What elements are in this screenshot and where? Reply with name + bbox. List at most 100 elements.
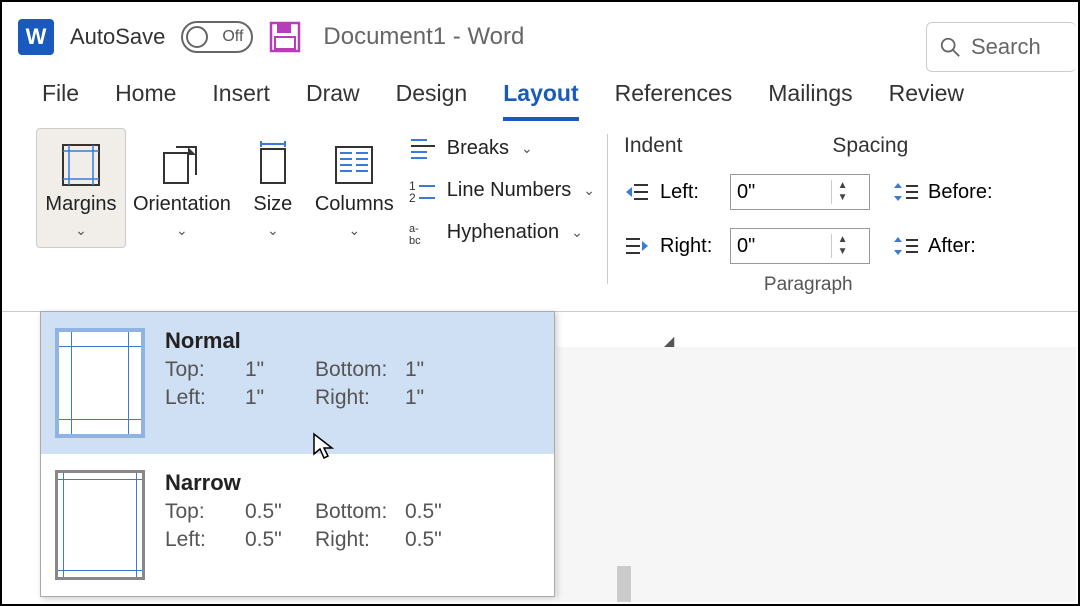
hyphenation-label: Hyphenation [447, 221, 559, 244]
margin-preset-normal-thumb [55, 328, 145, 438]
left-value: 0.5" [245, 528, 315, 552]
ribbon: Margins ⌄ Orientation ⌄ Size ⌄ Columns ⌄ [2, 122, 1078, 312]
word-app-icon: W [18, 19, 54, 55]
svg-text:bc: bc [409, 235, 421, 244]
tab-mailings[interactable]: Mailings [768, 80, 852, 121]
size-icon [249, 137, 297, 193]
spinner-down-icon[interactable]: ▼ [832, 246, 853, 258]
indent-right-input[interactable]: ▲▼ [730, 228, 870, 264]
margin-preset-narrow-thumb [55, 470, 145, 580]
right-value: 1" [405, 386, 465, 410]
chevron-down-icon: ⌄ [521, 140, 533, 157]
margin-preset-normal[interactable]: Normal Top: 1" Bottom: 1" Left: 1" Right… [41, 312, 554, 454]
autosave-label: AutoSave [70, 24, 165, 50]
margins-button[interactable]: Margins ⌄ [36, 128, 126, 248]
right-value: 0.5" [405, 528, 465, 552]
top-value: 1" [245, 358, 315, 382]
indent-left-input[interactable]: ▲▼ [730, 174, 870, 210]
columns-label: Columns [315, 193, 394, 216]
size-label: Size [253, 193, 292, 216]
hyphenation-button[interactable]: a-bc Hyphenation ⌄ [409, 220, 595, 244]
paragraph-group-label: Paragraph [624, 274, 992, 296]
ribbon-tabs: File Home Insert Draw Design Layout Refe… [2, 72, 1078, 122]
left-label: Left: [165, 386, 245, 410]
svg-text:a-: a- [409, 223, 419, 235]
breaks-icon [409, 136, 437, 160]
orientation-button[interactable]: Orientation ⌄ [126, 128, 238, 248]
chevron-down-icon: ⌄ [267, 222, 279, 239]
autosave-toggle[interactable]: Off [181, 21, 253, 53]
margins-label: Margins [45, 193, 116, 216]
spacing-before-label: Before: [928, 181, 992, 204]
search-box[interactable]: Search [926, 22, 1076, 72]
chevron-down-icon: ⌄ [583, 182, 595, 199]
left-value: 1" [245, 386, 315, 410]
autosave-state: Off [222, 28, 243, 46]
tab-file[interactable]: File [42, 80, 79, 121]
spinner-up-icon[interactable]: ▲ [832, 180, 853, 192]
margins-icon [57, 137, 105, 193]
preset-name: Narrow [165, 470, 540, 496]
indent-right-value[interactable] [731, 233, 831, 260]
hyphenation-icon: a-bc [409, 220, 437, 244]
line-numbers-label: Line Numbers [447, 179, 572, 202]
tab-references[interactable]: References [615, 80, 733, 121]
orientation-icon [158, 137, 206, 193]
tab-review[interactable]: Review [889, 80, 964, 121]
paragraph-group: Indent Spacing Left: ▲▼ Before: Right: ▲… [616, 128, 1000, 305]
indent-heading: Indent [624, 134, 682, 158]
margins-dropdown: Normal Top: 1" Bottom: 1" Left: 1" Right… [40, 311, 555, 597]
tab-insert[interactable]: Insert [212, 80, 270, 121]
chevron-down-icon: ⌄ [75, 222, 87, 239]
tab-layout[interactable]: Layout [503, 80, 578, 121]
bottom-label: Bottom: [315, 358, 405, 382]
breaks-label: Breaks [447, 137, 509, 160]
search-icon [939, 36, 961, 58]
top-label: Top: [165, 358, 245, 382]
spacing-before-icon [892, 181, 918, 203]
tab-home[interactable]: Home [115, 80, 176, 121]
top-label: Top: [165, 500, 245, 524]
svg-text:2: 2 [409, 191, 416, 202]
mouse-cursor-icon [312, 432, 334, 467]
title-bar: W AutoSave Off Document1 - Word Search [2, 2, 1078, 72]
spacing-heading: Spacing [832, 134, 908, 158]
breaks-button[interactable]: Breaks ⌄ [409, 136, 595, 160]
spinner-down-icon[interactable]: ▼ [832, 192, 853, 204]
chevron-down-icon: ⌄ [176, 222, 188, 239]
columns-icon [330, 137, 378, 193]
save-icon[interactable] [269, 21, 301, 53]
toggle-knob [186, 26, 208, 48]
document-title: Document1 - Word [323, 23, 524, 51]
bottom-label: Bottom: [315, 500, 405, 524]
bottom-value: 0.5" [405, 500, 465, 524]
spacing-after-icon [892, 235, 918, 257]
chevron-down-icon: ⌄ [348, 222, 360, 239]
top-value: 0.5" [245, 500, 315, 524]
indent-right-label: Right: [660, 235, 720, 258]
group-divider [607, 134, 608, 284]
line-numbers-button[interactable]: 12 Line Numbers ⌄ [409, 178, 595, 202]
indent-right-icon [624, 235, 650, 257]
search-placeholder: Search [971, 34, 1041, 60]
size-button[interactable]: Size ⌄ [238, 128, 308, 248]
left-label: Left: [165, 528, 245, 552]
tab-draw[interactable]: Draw [306, 80, 360, 121]
orientation-label: Orientation [133, 193, 231, 216]
right-label: Right: [315, 386, 405, 410]
bottom-value: 1" [405, 358, 465, 382]
spinner-up-icon[interactable]: ▲ [832, 234, 853, 246]
right-label: Right: [315, 528, 405, 552]
columns-button[interactable]: Columns ⌄ [308, 128, 401, 248]
document-area[interactable] [557, 347, 1076, 602]
spacing-after-label: After: [928, 235, 976, 258]
page-edge [617, 566, 631, 602]
indent-left-icon [624, 181, 650, 203]
indent-left-label: Left: [660, 181, 720, 204]
preset-name: Normal [165, 328, 540, 354]
tab-design[interactable]: Design [396, 80, 468, 121]
line-numbers-icon: 12 [409, 178, 437, 202]
indent-left-value[interactable] [731, 179, 831, 206]
chevron-down-icon: ⌄ [571, 224, 583, 241]
margin-preset-narrow[interactable]: Narrow Top: 0.5" Bottom: 0.5" Left: 0.5"… [41, 454, 554, 596]
